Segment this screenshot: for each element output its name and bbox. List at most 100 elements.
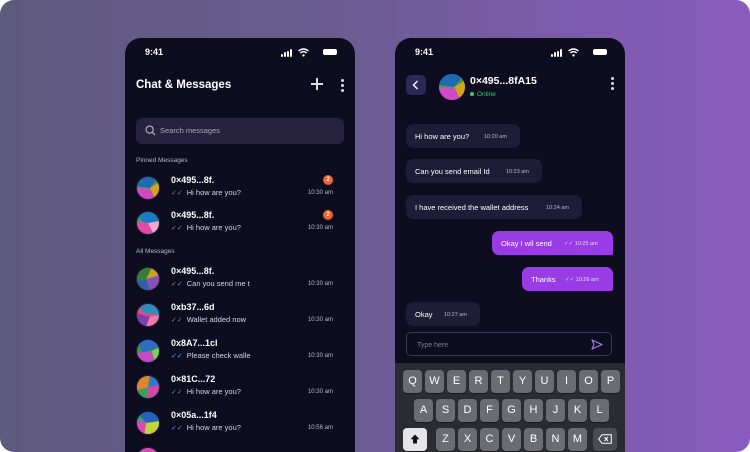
- chat-time: 10:30 am: [307, 317, 333, 323]
- key[interactable]: Z: [436, 428, 455, 451]
- unread-badge: 2: [323, 210, 333, 220]
- key[interactable]: R: [469, 370, 488, 393]
- more-options-icon[interactable]: [611, 77, 614, 92]
- key[interactable]: D: [458, 399, 477, 422]
- avatar: [136, 411, 160, 435]
- chat-list-item[interactable]: 0×495...8f. ✓✓ Hi how are you? 2 10:30 am: [136, 173, 344, 203]
- double-check-icon: ✓✓: [171, 225, 183, 232]
- message-time: 10:24 am: [546, 205, 569, 211]
- contact-name: 0×495...8fA15: [470, 75, 537, 87]
- message-input[interactable]: [415, 338, 579, 352]
- search-icon: [145, 125, 156, 136]
- chat-list-item[interactable]: 0×495...8f. ✓✓ Hi how are you? 2 10:30 am: [136, 208, 344, 238]
- key[interactable]: W: [425, 370, 444, 393]
- plus-icon[interactable]: [311, 78, 323, 90]
- key[interactable]: M: [568, 428, 587, 451]
- search-input[interactable]: Search messages: [160, 126, 220, 135]
- key[interactable]: L: [590, 399, 609, 422]
- key[interactable]: G: [502, 399, 521, 422]
- avatar: [136, 375, 160, 399]
- message-bubble-outgoing: Okay I wil send ✓✓ 10:25 am: [492, 231, 613, 255]
- double-check-icon: ✓✓: [564, 241, 575, 247]
- chat-list-item[interactable]: [136, 444, 344, 452]
- key[interactable]: S: [436, 399, 455, 422]
- status-bar: 9:41: [415, 47, 607, 59]
- double-check-icon: ✓✓: [171, 317, 183, 324]
- key[interactable]: K: [568, 399, 587, 422]
- key[interactable]: O: [579, 370, 598, 393]
- backspace-icon: [598, 434, 612, 444]
- chat-time: 10:30 am: [307, 225, 333, 231]
- search-bar[interactable]: Search messages: [136, 118, 344, 144]
- double-check-icon: ✓✓: [171, 353, 183, 360]
- all-messages-label: All Messages: [136, 248, 175, 255]
- chat-preview: ✓✓ Can you send me t: [171, 279, 250, 288]
- signal-icon: [551, 49, 563, 57]
- key[interactable]: X: [458, 428, 477, 451]
- key[interactable]: Q: [403, 370, 422, 393]
- key[interactable]: J: [546, 399, 565, 422]
- unread-badge: 2: [323, 175, 333, 185]
- chat-list-item[interactable]: 0xb37...6d ✓✓ Wallet added now 10:30 am: [136, 300, 344, 330]
- chat-list-item[interactable]: 0x8A7...1cl ✓✓ Please check walle 10:30 a…: [136, 336, 344, 366]
- chat-list-screen: 9:41 Chat & Messages Search messages Pin…: [125, 38, 355, 452]
- key[interactable]: A: [414, 399, 433, 422]
- backspace-key[interactable]: [593, 428, 617, 451]
- key[interactable]: V: [502, 428, 521, 451]
- page-title: Chat & Messages: [136, 79, 232, 91]
- chat-preview: ✓✓ Hi how are you?: [171, 188, 241, 197]
- send-icon[interactable]: [591, 339, 603, 350]
- message-bubble-outgoing: Thanks ✓✓ 10:26 am: [522, 267, 613, 291]
- key[interactable]: H: [524, 399, 543, 422]
- key[interactable]: Y: [513, 370, 532, 393]
- status-time: 9:41: [415, 47, 434, 57]
- key[interactable]: N: [546, 428, 565, 451]
- message-composer[interactable]: [406, 332, 612, 356]
- key[interactable]: F: [480, 399, 499, 422]
- message-text: Thanks: [531, 275, 556, 284]
- shift-icon: [410, 434, 420, 444]
- chat-time: 10:56 am: [307, 425, 333, 431]
- chat-time: 10:30 am: [307, 281, 333, 287]
- chat-list-item[interactable]: 0×05a...1f4 ✓✓ Hi how are you? 10:56 am: [136, 408, 344, 438]
- chat-name: 0xb37...6d: [171, 302, 215, 312]
- online-status: Online: [470, 91, 496, 98]
- screenshot-canvas: 9:41 Chat & Messages Search messages Pin…: [0, 0, 750, 452]
- key[interactable]: I: [557, 370, 576, 393]
- message-time: ✓✓ 10:26 am: [565, 277, 599, 283]
- message-bubble-incoming: Hi how are you? 10:20 am: [406, 124, 520, 148]
- chat-time: 10:30 am: [307, 190, 333, 196]
- key[interactable]: C: [480, 428, 499, 451]
- contact-avatar: [439, 74, 465, 100]
- key[interactable]: T: [491, 370, 510, 393]
- shift-key[interactable]: [403, 428, 427, 451]
- message-time: 10:27 am: [444, 312, 467, 318]
- message-text: Can you send email Id: [415, 167, 490, 176]
- back-button[interactable]: [406, 75, 426, 95]
- avatar: [136, 211, 160, 235]
- double-check-icon: ✓✓: [171, 389, 183, 396]
- more-options-icon[interactable]: [341, 79, 344, 94]
- chat-preview: ✓✓ Wallet added now: [171, 315, 247, 324]
- chat-list-item[interactable]: 0×81C...72 ✓✓ Hi how are you? 10:30 am: [136, 372, 344, 402]
- chevron-left-icon: [412, 80, 418, 90]
- status-time: 9:41: [145, 47, 164, 57]
- message-bubble-incoming: I have received the wallet address 10:24…: [406, 195, 582, 219]
- key[interactable]: U: [535, 370, 554, 393]
- chat-preview: ✓✓ Hi how are you?: [171, 423, 241, 432]
- chat-list-item[interactable]: 0×495...8f. ✓✓ Can you send me t 10:30 am: [136, 264, 344, 294]
- message-text: Hi how are you?: [415, 132, 470, 141]
- double-check-icon: ✓✓: [171, 425, 183, 432]
- key[interactable]: E: [447, 370, 466, 393]
- message-time: 10:20 am: [484, 134, 507, 140]
- message-time: 10:23 am: [506, 169, 529, 175]
- chat-name: 0×81C...72: [171, 374, 216, 384]
- battery-icon: [593, 49, 607, 55]
- chat-time: 10:30 am: [307, 389, 333, 395]
- avatar: [136, 339, 160, 363]
- key[interactable]: B: [524, 428, 543, 451]
- avatar: [136, 303, 160, 327]
- key[interactable]: P: [601, 370, 620, 393]
- pinned-messages-label: Pinned Messages: [136, 157, 188, 164]
- chat-preview: ✓✓ Hi how are you?: [171, 387, 241, 396]
